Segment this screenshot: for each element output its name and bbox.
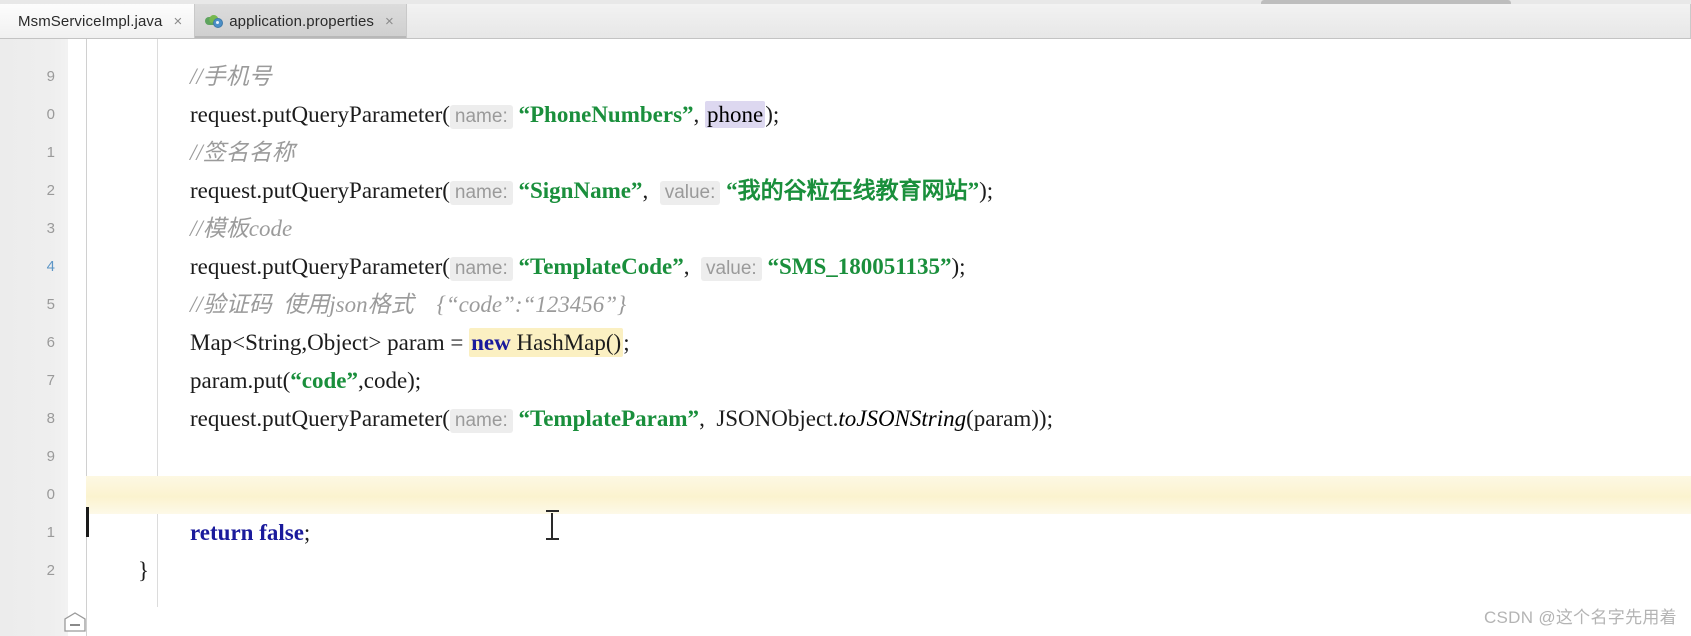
code-token: , bbox=[642, 178, 660, 203]
code-line[interactable]: //模板code bbox=[86, 210, 1691, 248]
close-icon[interactable]: × bbox=[173, 14, 182, 29]
code-token: , bbox=[693, 102, 706, 127]
line-number: 0 bbox=[46, 106, 55, 123]
code-token: (param)); bbox=[966, 406, 1053, 431]
code-token: ,code); bbox=[357, 368, 422, 393]
close-icon[interactable]: × bbox=[385, 14, 394, 29]
code-comment: //验证码 使用json格式 {“code”:“123456”} bbox=[190, 292, 627, 317]
string-literal: “TemplateParam” bbox=[518, 406, 700, 431]
line-number: 9 bbox=[46, 68, 55, 85]
parameter-hint: value: bbox=[701, 257, 762, 281]
code-fold-marker[interactable] bbox=[62, 612, 88, 632]
parameter-hint: name: bbox=[449, 409, 513, 433]
line-number: 3 bbox=[46, 220, 55, 237]
idea-editor-window: MsmServiceImpl.java × application.proper… bbox=[0, 0, 1691, 636]
line-number: 0 bbox=[46, 486, 55, 503]
code-line[interactable]: return false; bbox=[86, 514, 1691, 552]
code-line[interactable]: Map<String,Object> param = new HashMap()… bbox=[86, 324, 1691, 362]
line-number-gutter[interactable]: 9 0 1 2 3 4 5 6 7 8 9 0 1 2 bbox=[0, 39, 69, 636]
code-token: ); bbox=[765, 102, 780, 127]
code-token: ); bbox=[951, 254, 966, 279]
code-token: ; bbox=[623, 330, 630, 355]
code-line-text: request.putQueryParameter(name: “Templat… bbox=[190, 400, 1053, 440]
parameter-hint: name: bbox=[449, 105, 513, 129]
code-token: param.put( bbox=[190, 368, 291, 393]
code-line[interactable]: request.putQueryParameter(name: “SignNam… bbox=[86, 172, 1691, 210]
code-line[interactable] bbox=[86, 476, 1691, 514]
line-number: 2 bbox=[46, 182, 55, 199]
csdn-watermark: CSDN @这个名字先用着 bbox=[1483, 608, 1677, 627]
code-comment: //签名名称 bbox=[190, 140, 295, 165]
line-number: 6 bbox=[46, 334, 55, 351]
tab-label: MsmServiceImpl.java bbox=[18, 12, 163, 30]
string-literal: “PhoneNumbers” bbox=[518, 102, 694, 127]
line-number: 1 bbox=[46, 144, 55, 161]
line-number: 1 bbox=[46, 524, 55, 541]
line-number: 2 bbox=[46, 562, 55, 579]
tab-label: application.properties bbox=[229, 12, 374, 30]
string-literal: “code” bbox=[290, 368, 358, 393]
code-token: , bbox=[683, 254, 701, 279]
code-token: request.putQueryParameter( bbox=[190, 406, 450, 431]
code-line-text: return false; bbox=[190, 514, 310, 552]
code-token: request.putQueryParameter( bbox=[190, 102, 450, 127]
code-token: request.putQueryParameter( bbox=[190, 254, 450, 279]
code-line-text: //签名名称 bbox=[190, 134, 295, 172]
code-line[interactable]: //验证码 使用json格式 {“code”:“123456”} bbox=[86, 286, 1691, 324]
mouse-ibeam-cursor bbox=[546, 510, 559, 542]
string-literal: “SMS_180051135” bbox=[767, 254, 952, 279]
properties-file-icon bbox=[205, 13, 224, 29]
code-line[interactable]: param.put(“code”,code); bbox=[86, 362, 1691, 400]
code-token: ; bbox=[303, 520, 311, 545]
code-line[interactable]: //签名名称 bbox=[86, 134, 1691, 172]
line-number: 4 bbox=[46, 258, 55, 275]
line-number: 7 bbox=[46, 372, 55, 389]
string-literal: “我的谷粒在线教育网站” bbox=[726, 178, 980, 203]
code-content[interactable]: //手机号 request.putQueryParameter(name: “Ph… bbox=[86, 39, 1691, 636]
line-number: 9 bbox=[46, 448, 55, 465]
string-literal: “TemplateCode” bbox=[518, 254, 684, 279]
line-number: 8 bbox=[46, 410, 55, 427]
code-line-text: //手机号 bbox=[190, 58, 272, 96]
text-caret bbox=[86, 507, 89, 537]
code-line[interactable]: request.putQueryParameter(name: “Templat… bbox=[86, 248, 1691, 286]
tab-bar-spacer bbox=[407, 4, 1691, 38]
gutter-edge bbox=[68, 39, 86, 636]
code-line-text: } bbox=[138, 552, 149, 590]
editor-tab-bar[interactable]: MsmServiceImpl.java × application.proper… bbox=[0, 4, 1691, 39]
code-line[interactable]: request.putQueryParameter(name: “Templat… bbox=[86, 400, 1691, 438]
code-line-text: request.putQueryParameter(name: “PhoneNu… bbox=[190, 96, 779, 136]
code-token: ); bbox=[979, 178, 994, 203]
parameter-hint: value: bbox=[659, 181, 721, 205]
code-line[interactable]: request.putQueryParameter(name: “PhoneNu… bbox=[86, 96, 1691, 134]
code-token: Map<String,Object> param = bbox=[190, 330, 470, 355]
code-line[interactable]: } bbox=[86, 552, 1691, 590]
code-line-text: param.put(“code”,code); bbox=[190, 362, 421, 400]
code-editor-area[interactable]: 9 0 1 2 3 4 5 6 7 8 9 0 1 2 //手机号 request.putQueryPara… bbox=[0, 39, 1691, 636]
code-comment: //手机号 bbox=[190, 64, 272, 89]
code-line-text: //验证码 使用json格式 {“code”:“123456”} bbox=[190, 286, 626, 324]
code-line[interactable]: //手机号 bbox=[86, 58, 1691, 96]
tab-application-properties[interactable]: application.properties × bbox=[195, 4, 407, 38]
code-token: } bbox=[138, 558, 150, 583]
parameter-hint: name: bbox=[449, 257, 513, 281]
code-line[interactable] bbox=[86, 438, 1691, 476]
highlighted-expression: new HashMap() bbox=[469, 328, 624, 357]
code-comment: //模板code bbox=[190, 216, 293, 241]
code-token: toJSONString bbox=[838, 406, 967, 431]
code-line-text: request.putQueryParameter(name: “Templat… bbox=[190, 248, 966, 288]
code-token: , JSONObject. bbox=[699, 406, 839, 431]
parameter-hint: name: bbox=[449, 181, 513, 205]
code-line-text: Map<String,Object> param = new HashMap()… bbox=[190, 324, 630, 362]
keyword-token: new bbox=[471, 330, 511, 355]
code-line-text: //模板code bbox=[190, 210, 292, 248]
string-literal: “SignName” bbox=[518, 178, 643, 203]
code-token: HashMap() bbox=[510, 330, 622, 355]
code-line-text: request.putQueryParameter(name: “SignNam… bbox=[190, 172, 993, 212]
keyword-token: return false bbox=[190, 520, 304, 545]
highlighted-variable: phone bbox=[705, 101, 766, 128]
line-number: 5 bbox=[46, 296, 55, 313]
code-token: request.putQueryParameter( bbox=[190, 178, 450, 203]
tab-msmserviceimpl-java[interactable]: MsmServiceImpl.java × bbox=[0, 4, 196, 38]
